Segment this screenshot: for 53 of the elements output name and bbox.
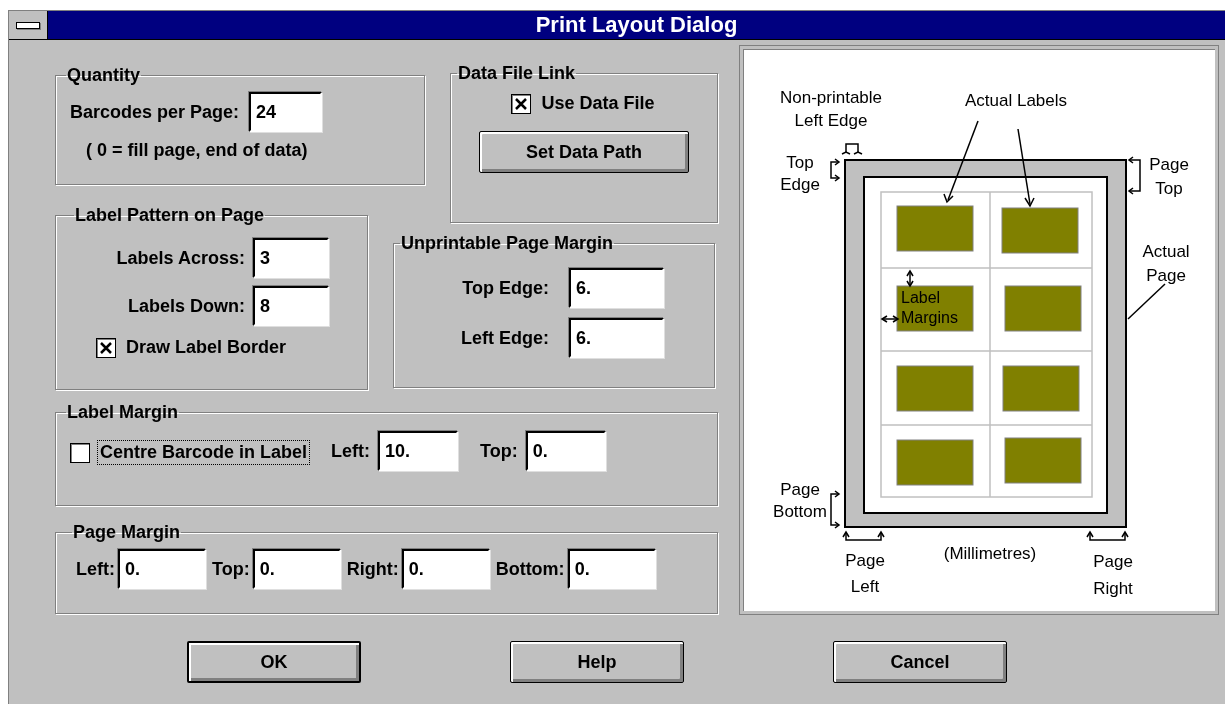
label-rectangle: Label Margins xyxy=(896,285,974,332)
check-mark-icon xyxy=(514,96,529,111)
diagram-annotation: Page Left xyxy=(845,551,885,596)
diagram-annotation: (Millimetres) xyxy=(943,544,1037,563)
hint-text: ( 0 = fill page, end of data) xyxy=(86,140,308,161)
diagram-annotation: Page Right xyxy=(1093,552,1133,598)
group-title: Label Margin xyxy=(66,402,179,423)
diagram-annotation: Actual Labels xyxy=(964,91,1068,110)
input-field[interactable]: 0. xyxy=(118,549,206,589)
group-title: Label Pattern on Page xyxy=(74,205,266,226)
field-label: Bottom: xyxy=(495,558,565,580)
dialog-button[interactable]: Cancel xyxy=(833,641,1007,683)
checkbox[interactable] xyxy=(511,93,532,114)
field-label: Left Edge: xyxy=(461,327,549,349)
checkbox[interactable] xyxy=(96,337,116,358)
group-title: Quantity xyxy=(66,65,141,86)
diagram-annotation: Non-printable Left Edge xyxy=(779,88,883,130)
group-title: Unprintable Page Margin xyxy=(400,233,615,254)
input-field[interactable]: 6. xyxy=(569,268,664,308)
input-field[interactable]: 3 xyxy=(253,238,329,278)
input-field[interactable]: 0. xyxy=(252,549,341,589)
field-label: Right: xyxy=(346,558,399,580)
input-field[interactable]: 0. xyxy=(525,431,606,471)
checkbox-label[interactable]: Centre Barcode in Label xyxy=(98,441,310,464)
checkbox[interactable] xyxy=(70,442,90,463)
field-label: Top Edge: xyxy=(462,277,549,299)
checkbox-label[interactable]: Use Data File xyxy=(539,92,657,115)
diagram-annotation: Actual Page xyxy=(1142,242,1190,285)
input-field[interactable]: 8 xyxy=(253,286,329,326)
field-label: Labels Across: xyxy=(116,247,245,269)
dialog-button[interactable]: OK xyxy=(187,641,361,683)
check-mark-icon xyxy=(99,340,113,355)
group-title: Page Margin xyxy=(72,522,182,543)
field-label: Left: xyxy=(331,440,371,462)
field-label: Barcodes per Page: xyxy=(70,101,240,123)
diagram-annotation: Top Edge xyxy=(780,153,820,194)
field-label: Labels Down: xyxy=(128,295,245,317)
diagram-annotation: Page Bottom xyxy=(773,480,827,521)
field-label: Top: xyxy=(480,440,518,462)
input-field[interactable]: 0. xyxy=(567,549,656,589)
dialog-button[interactable]: Help xyxy=(510,641,684,683)
set-data-path-button[interactable]: Set Data Path xyxy=(479,131,689,173)
field-label: Top: xyxy=(212,558,250,580)
field-label: Left: xyxy=(76,558,115,580)
checkbox-label[interactable]: Draw Label Border xyxy=(124,336,289,359)
system-menu-button[interactable] xyxy=(9,11,48,39)
input-field[interactable]: 24 xyxy=(249,92,323,132)
input-field[interactable]: 10. xyxy=(378,431,459,471)
input-field[interactable]: 0. xyxy=(401,549,490,589)
window-title: Print Layout Dialog xyxy=(534,11,739,39)
diagram-annotation: Page Top xyxy=(1149,155,1189,198)
input-field[interactable]: 6. xyxy=(569,318,664,358)
group-title: Data File Link xyxy=(457,63,577,84)
